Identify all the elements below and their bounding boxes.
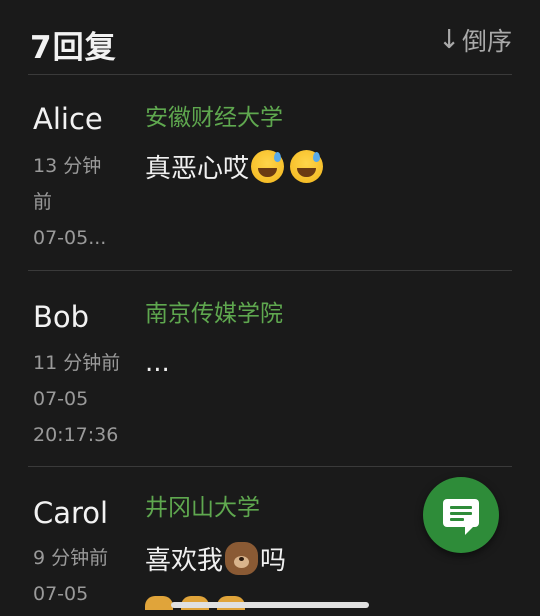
- sort-toggle[interactable]: ↓ 倒序: [438, 22, 512, 58]
- comment-text: ...: [145, 348, 170, 378]
- comment-username[interactable]: Bob: [33, 300, 89, 334]
- comment-time: 9 分钟前 07-05: [33, 540, 143, 612]
- arrow-down-icon: ↓: [438, 25, 460, 55]
- comment-time-line: 07-05: [33, 583, 89, 605]
- comment-time-line: 11 分钟前: [33, 352, 121, 374]
- comment-time-line: 07-05: [33, 388, 89, 410]
- comment-item[interactable]: Bob 南京传媒学院 11 分钟前 07-05 20:17:36 ...: [0, 270, 540, 466]
- comment-text: 真恶心哎: [145, 148, 324, 185]
- comment-username[interactable]: Carol: [33, 496, 108, 530]
- comment-school: 井冈山大学: [145, 495, 260, 521]
- comment-icon: [443, 499, 479, 535]
- sweat-smile-emoji: [251, 150, 285, 183]
- home-indicator[interactable]: [171, 602, 369, 608]
- comment-time-line: 9 分钟前: [33, 547, 109, 569]
- comment-text-body: 喜欢我: [145, 546, 224, 576]
- reply-count: 7回复: [30, 30, 117, 66]
- comment-school: 安徽财经大学: [145, 105, 283, 131]
- comment-text-body: 真恶心哎: [145, 154, 250, 184]
- bear-emoji: [225, 542, 259, 575]
- comment-item[interactable]: Alice 安徽财经大学 13 分钟 前 07-05... 真恶心哎: [0, 74, 540, 270]
- comment-username[interactable]: Alice: [33, 102, 103, 136]
- comment-time-line: 前: [33, 191, 53, 213]
- comment-text-body: 吗: [260, 546, 287, 576]
- comments-header: 7回复 ↓ 倒序: [0, 0, 540, 74]
- comment-time-line: 07-05...: [33, 227, 107, 249]
- comment-time-line: 20:17:36: [33, 424, 119, 446]
- sort-label: 倒序: [461, 27, 512, 56]
- comment-time: 11 分钟前 07-05 20:17:36: [33, 345, 143, 453]
- comment-text: 喜欢我 吗: [145, 540, 286, 577]
- comment-school: 南京传媒学院: [145, 301, 283, 327]
- sweat-smile-emoji: [290, 150, 324, 183]
- comment-text-body: ...: [145, 348, 170, 378]
- comment-fab-button[interactable]: [423, 477, 499, 553]
- comment-time: 13 分钟 前 07-05...: [33, 148, 143, 256]
- comment-time-line: 13 分钟: [33, 155, 102, 177]
